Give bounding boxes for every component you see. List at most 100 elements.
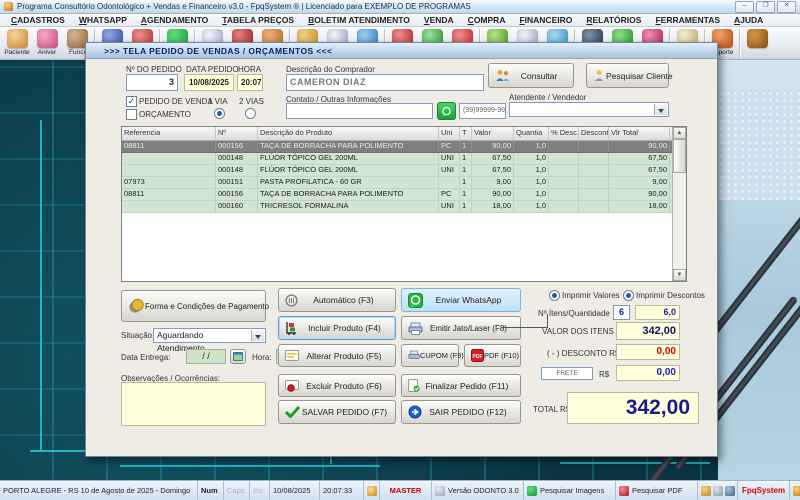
mouse-icon [435,486,445,496]
table-row[interactable]: 000160TRICRESOL FORMALINAUNI118,001,018,… [122,201,686,213]
column-header-7[interactable]: % Desc. [549,127,579,140]
total-label: TOTAL R$ [533,405,570,414]
maximize-button[interactable]: ❐ [756,1,775,13]
toolbar-sair-sistema[interactable] [742,28,772,59]
pdf-mini-icon [619,486,629,496]
table-cell: 000156 [216,189,258,200]
imprimir-valores-radio[interactable] [549,290,560,301]
table-cell: PC [439,141,460,152]
table-cell: PASTA PROFILATICA - 60 GR [258,177,439,188]
enviar-whatsapp-button[interactable]: Enviar WhatsApp [401,288,521,312]
column-header-4[interactable]: T [460,127,472,140]
consultar-button[interactable]: Consultar [488,63,574,88]
scroll-thumb[interactable] [673,139,686,173]
menu-compra[interactable]: COMPRA [461,14,513,26]
menu-financeiro[interactable]: FINANCEIRO [512,14,579,26]
coins-icon [128,298,145,314]
table-cell: 1 [460,189,472,200]
cupom-button[interactable]: CUPOM (F9) [401,344,459,367]
via2-radio[interactable] [245,108,256,119]
pesquisar-cliente-button[interactable]: Pesquisar Cliente [586,63,669,88]
toolbar-paciente[interactable]: Paciente [2,28,32,59]
check-icon [285,406,300,418]
column-header-1[interactable]: Nº [216,127,258,140]
quantidade-field: 6,0 [635,305,680,320]
status-tools-cell[interactable] [698,481,738,500]
data-entrega-field[interactable]: / / [186,349,226,364]
column-header-8[interactable]: Desconto [579,127,609,140]
table-row[interactable]: 08811000156TAÇA DE BORRACHA PARA POLIMEN… [122,141,686,153]
table-row[interactable]: 000148FLÚOR TÓPICO GEL 200MLUNI167,501,0… [122,165,686,177]
status-bar: PORTO ALEGRE - RS 10 de Agosto de 2025 -… [0,480,800,500]
close-button[interactable]: ✕ [777,1,796,13]
orcamento-checkbox[interactable] [126,109,137,120]
column-header-0[interactable]: Referencia [122,127,216,140]
frete-toggle-field[interactable]: FRETE [541,367,593,380]
automatico-button[interactable]: Automático (F3) [278,288,396,312]
toolbar-aniversariantes[interactable]: Aniver [32,28,62,59]
column-header-6[interactable]: Quantia [514,127,549,140]
menu-boletim-atendimento[interactable]: BOLETIM ATENDIMENTO [301,14,417,26]
svg-text:PDF: PDF [473,354,483,360]
num-pedido-field[interactable]: 3 [126,74,178,91]
scroll-down-arrow[interactable]: ▼ [673,269,686,281]
menu-cadastros[interactable]: CADASTROS [4,14,72,26]
atendente-combo[interactable] [509,102,669,117]
whatsapp-contact-button[interactable] [437,102,456,120]
excluir-produto-button[interactable]: Excluir Produto (F6) [278,374,396,397]
telefone-field[interactable]: (99)99999-9999 [459,103,506,119]
menu-whatsapp[interactable]: WHATSAPP [72,14,134,26]
minimize-button[interactable]: – [735,1,754,13]
table-row[interactable]: 08811000156TAÇA DE BORRACHA PARA POLIMEN… [122,189,686,201]
pedido-venda-checkbox[interactable]: ✓ [126,96,137,107]
situacao-combo[interactable]: Aguardando Atendimento [153,328,266,343]
contato-field[interactable] [286,103,433,119]
table-row[interactable]: 07973000151PASTA PROFILATICA - 60 GR19,0… [122,177,686,189]
column-header-3[interactable]: Uni [439,127,460,140]
menu-relatórios[interactable]: RELATÓRIOS [579,14,648,26]
menu-ferramentas[interactable]: FERRAMENTAS [648,14,727,26]
table-cell: 1,0 [514,153,549,164]
status-search-images[interactable]: Pesquisar Imagens [524,481,616,500]
salvar-pedido-button[interactable]: SALVAR PEDIDO (F7) [278,400,396,424]
table-row[interactable]: 000148FLÚOR TÓPICO GEL 200MLUNI167,501,0… [122,153,686,165]
table-cell [549,177,579,188]
menu-ajuda[interactable]: AJUDA [727,14,770,26]
via1-radio[interactable] [214,108,225,119]
person-gold-icon [793,486,800,496]
observacoes-textarea[interactable] [121,382,266,426]
forma-pagamento-button[interactable]: Forma e Condições de Pagamento [121,290,266,322]
menu-agendamento[interactable]: AGENDAMENTO [134,14,215,26]
annotation-line [501,327,548,328]
data-pedido-field[interactable]: 10/08/2025 [184,74,234,91]
table-cell [549,141,579,152]
finalizar-pedido-button[interactable]: Finalizar Pedido (F11) [401,374,521,397]
hora-field[interactable]: 20:07 [237,74,263,91]
incluir-produto-label: Incluir Produto (F4) [300,323,395,333]
status-key-cell [364,481,380,500]
table-scrollbar[interactable]: ▲ ▼ [672,127,686,281]
menu-bar: CADASTROSWHATSAPPAGENDAMENTOTABELA PREÇO… [0,14,800,27]
column-header-2[interactable]: Descrição do Produto [258,127,439,140]
status-search-pdf[interactable]: Pesquisar PDF [616,481,698,500]
imprimir-descontos-radio[interactable] [623,290,634,301]
hora-entrega-label: Hora: [252,353,272,362]
exit-arrow-icon [408,405,422,419]
pedido-venda-label: PEDIDO DE VENDA [139,97,213,106]
calendar-button[interactable] [230,349,246,364]
table-cell: 1 [460,201,472,212]
incluir-produto-button[interactable]: Incluir Produto (F4) [278,316,396,340]
column-header-5[interactable]: Valor [472,127,514,140]
scroll-up-arrow[interactable]: ▲ [673,127,686,139]
table-body: 08811000156TAÇA DE BORRACHA PARA POLIMEN… [122,141,686,213]
column-header-9[interactable]: Vlr Total [609,127,670,140]
alterar-produto-button[interactable]: Alterar Produto (F5) [278,344,396,367]
menu-tabela-preços[interactable]: TABELA PREÇOS [215,14,301,26]
dialog-titlebar[interactable]: >>> TELA PEDIDO DE VENDAS / ORÇAMENTOS <… [86,43,717,59]
sair-pedido-button[interactable]: SAIR PEDIDO (F12) [401,400,521,424]
table-cell: 90,00 [472,141,514,152]
emitir-jato-laser-button[interactable]: Emitir Jato/Laser (F8) [401,316,521,340]
pdf-button[interactable]: PDF PDF (F10) [464,344,521,367]
menu-venda[interactable]: VENDA [417,14,461,26]
comprador-field[interactable]: CAMERON DIAZ [286,74,484,91]
